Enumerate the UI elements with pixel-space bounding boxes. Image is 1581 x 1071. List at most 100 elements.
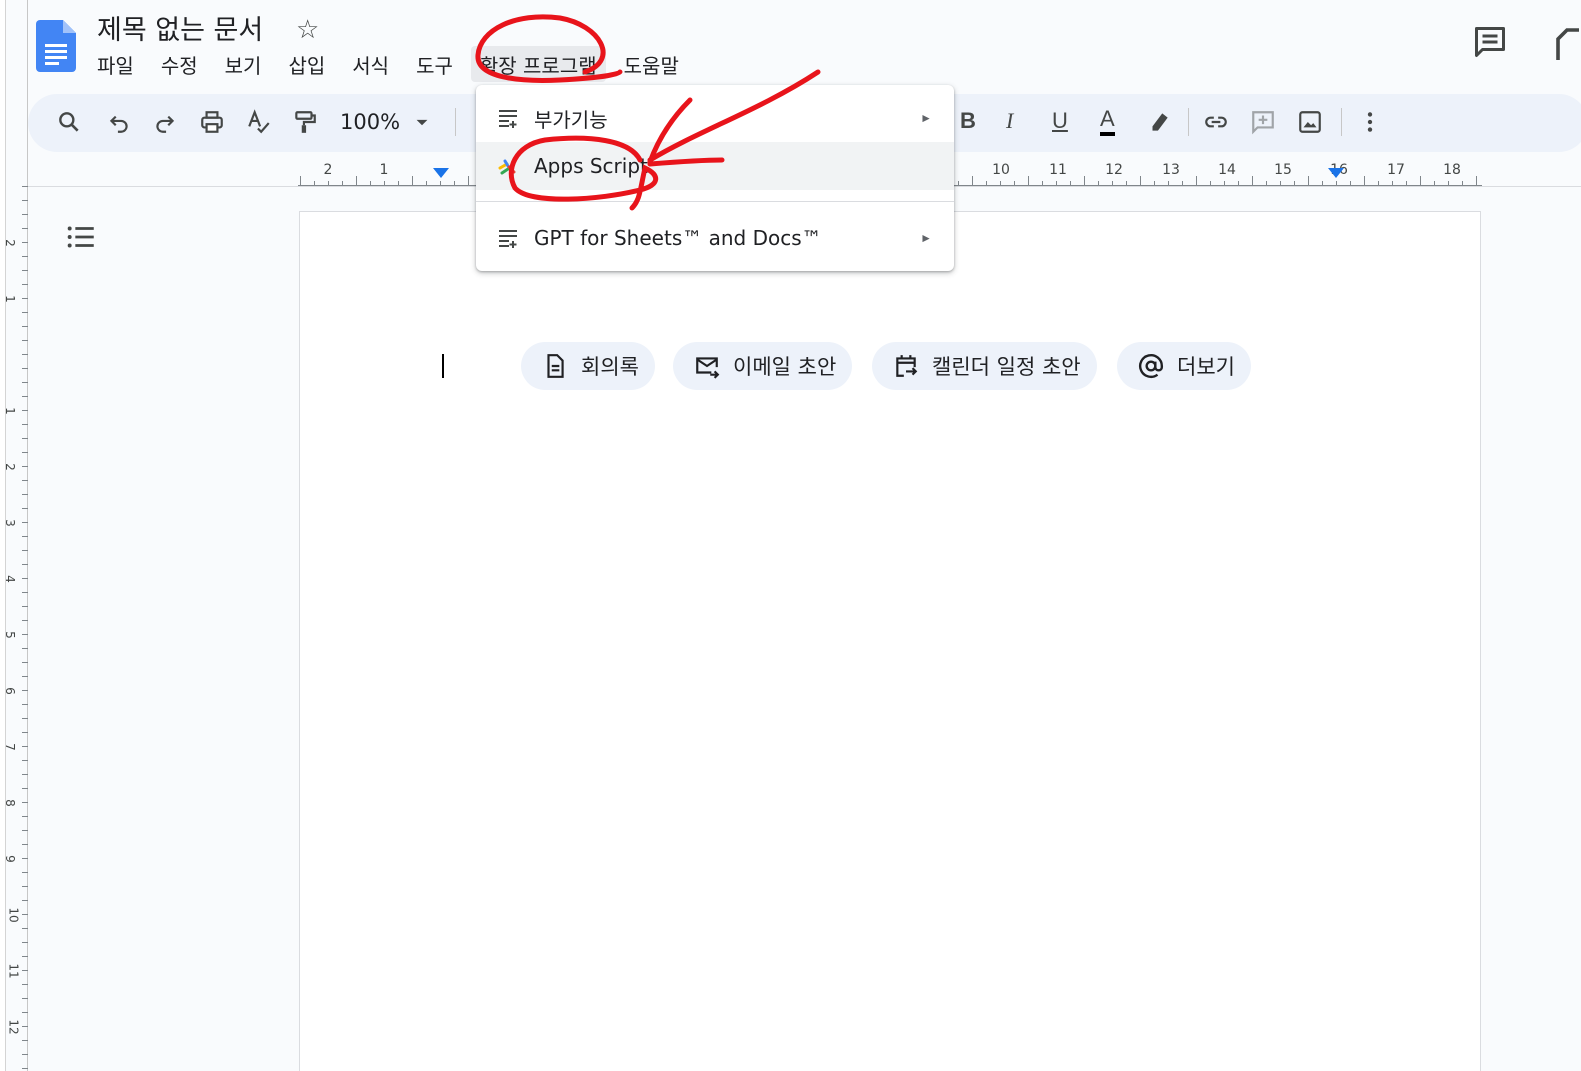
ruler-label: 10 (992, 162, 1010, 178)
right-indent-marker[interactable] (1328, 168, 1344, 178)
ruler-tick (22, 1040, 28, 1041)
ruler-tick (1252, 176, 1253, 186)
redo-icon[interactable] (147, 104, 183, 140)
ruler-tick (22, 438, 28, 439)
search-menus-icon[interactable] (51, 104, 87, 140)
menu-item-gpt-for-sheets-and-docs[interactable]: GPT for Sheets™ and Docs™ ► (476, 214, 954, 262)
submenu-arrow-icon: ► (920, 111, 932, 125)
insert-link-icon[interactable] (1198, 104, 1234, 140)
ruler-tick (22, 886, 28, 887)
ruler-tick (22, 746, 28, 747)
ruler-tick (22, 312, 28, 313)
ruler-label: 9 (2, 855, 17, 863)
document-outline-icon[interactable] (64, 220, 98, 254)
chip-more[interactable]: 더보기 (1117, 342, 1251, 390)
ruler-label: 11 (6, 963, 21, 979)
ruler-tick (22, 1026, 28, 1027)
ruler-tick (22, 284, 28, 285)
document-title[interactable]: 제목 없는 문서 (97, 8, 263, 47)
ruler-label: 8 (2, 799, 17, 807)
print-icon[interactable] (194, 104, 230, 140)
add-ons-icon (499, 110, 517, 128)
undo-icon[interactable] (101, 104, 137, 140)
chip-meeting-notes[interactable]: 회의록 (521, 342, 655, 390)
add-comment-icon[interactable] (1245, 104, 1281, 140)
ruler-tick (22, 592, 28, 593)
ruler-tick (22, 326, 28, 327)
chip-calendar-draft[interactable]: 캘린더 일정 초안 (872, 342, 1097, 390)
menu-item-label: Apps Script (534, 154, 648, 178)
ruler-tick (356, 176, 357, 186)
document-icon (541, 352, 569, 380)
ruler-tick (22, 410, 28, 411)
ruler-label: 1 (2, 407, 17, 415)
ruler-tick (22, 354, 28, 355)
star-icon[interactable]: ☆ (296, 14, 319, 45)
ruler-tick (22, 396, 28, 397)
ruler-tick (468, 176, 469, 186)
ruler-tick (22, 1012, 28, 1013)
ruler-tick (22, 200, 28, 201)
toolbar-divider (455, 108, 456, 136)
vertical-ruler: 2 1 1 2 3 4 5 6 7 8 9 10 11 12 (0, 0, 28, 1071)
meet-icon[interactable] (1552, 24, 1581, 60)
ruler-label: 12 (6, 1019, 21, 1035)
ruler-tick (22, 830, 28, 831)
text-color-button[interactable]: A (1100, 108, 1115, 136)
extensions-menu: 부가기능 ► Apps Script GPT for Sheets™ and D… (476, 85, 954, 271)
underline-button[interactable]: U (1052, 108, 1068, 134)
ruler-tick (22, 340, 28, 341)
menu-item-add-ons[interactable]: 부가기능 ► (476, 94, 954, 142)
document-page[interactable] (299, 211, 1481, 1071)
more-options-icon[interactable] (1352, 104, 1388, 140)
ruler-label: 4 (2, 575, 17, 583)
menu-item-label: 부가기능 (534, 107, 608, 132)
ruler-tick (1140, 176, 1141, 186)
ruler-tick (22, 704, 28, 705)
chip-email-draft[interactable]: 이메일 초안 (673, 342, 853, 390)
ruler-label: 6 (2, 687, 17, 695)
chip-label: 캘린더 일정 초안 (932, 355, 1081, 379)
chip-label: 회의록 (581, 355, 639, 379)
menu-file[interactable]: 파일 (88, 46, 143, 82)
comments-icon[interactable] (1472, 24, 1508, 60)
menu-extensions[interactable]: 확장 프로그램 (470, 46, 606, 82)
menu-edit[interactable]: 수정 (152, 46, 207, 82)
ruler-tick (22, 844, 28, 845)
spellcheck-icon[interactable] (241, 104, 277, 140)
ruler-label: 2 (323, 162, 333, 178)
menu-item-apps-script[interactable]: Apps Script (476, 142, 954, 190)
ruler-tick (22, 606, 28, 607)
ruler-label: 1 (2, 295, 17, 303)
ruler-tick (22, 1068, 28, 1069)
ruler-tick (412, 176, 413, 186)
highlight-icon[interactable] (1141, 104, 1177, 140)
insert-image-icon[interactable] (1292, 104, 1328, 140)
ruler-tick (22, 676, 28, 677)
menu-bar: 파일 수정 보기 삽입 서식 도구 확장 프로그램 도움말 (88, 46, 697, 82)
menu-format[interactable]: 서식 (343, 46, 398, 82)
menu-help[interactable]: 도움말 (615, 46, 688, 82)
ruler-label: 14 (1218, 162, 1236, 178)
ruler-tick (1476, 176, 1477, 186)
ruler-tick (22, 256, 28, 257)
menu-insert[interactable]: 삽입 (279, 46, 334, 82)
ruler-label: 2 (2, 463, 17, 471)
bold-button[interactable]: B (960, 108, 976, 134)
ruler-label: 7 (2, 743, 17, 751)
left-indent-marker[interactable] (433, 168, 449, 178)
toolbar-divider (1188, 108, 1189, 136)
menu-item-label: GPT for Sheets™ and Docs™ (534, 226, 822, 250)
menu-view[interactable]: 보기 (216, 46, 271, 82)
ruler-tick (22, 900, 28, 901)
ruler-tick (22, 480, 28, 481)
menu-tools[interactable]: 도구 (407, 46, 462, 82)
italic-button[interactable]: I (1006, 108, 1013, 134)
zoom-select[interactable]: 100% (340, 110, 400, 134)
paint-format-icon[interactable] (287, 104, 323, 140)
window-edge (0, 0, 6, 1071)
zoom-dropdown-icon[interactable] (404, 104, 440, 140)
ruler-tick (22, 228, 28, 229)
add-ons-icon (499, 230, 517, 248)
docs-logo-icon[interactable] (36, 20, 76, 72)
